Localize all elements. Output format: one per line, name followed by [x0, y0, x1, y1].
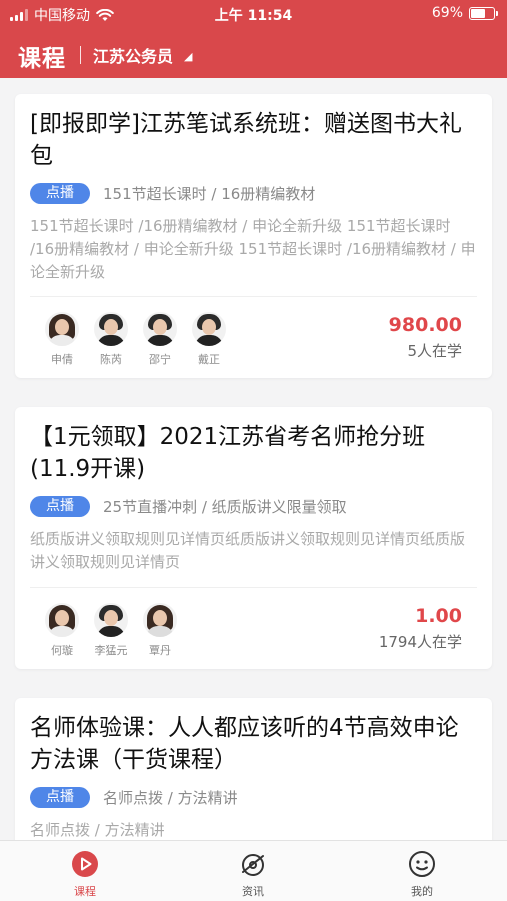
course-card[interactable]: 名师体验课：人人都应该听的4节高效申论方法课（干货课程） 点播 名师点拨 / 方… — [15, 698, 492, 840]
course-title: [即报即学]江苏笔试系统班：赠送图书大礼包 — [30, 111, 462, 169]
tab-courses[interactable]: 课程 — [25, 841, 145, 901]
course-description: 名师点拨 / 方法精讲 — [30, 821, 165, 839]
teacher: 戴正 — [192, 312, 226, 367]
course-type-badge: 点播 — [30, 496, 90, 517]
battery-percent: 69% — [431, 5, 463, 21]
avatar — [45, 312, 79, 346]
header-divider — [80, 46, 81, 64]
teacher-name: 申倩 — [51, 353, 73, 366]
course-subtitle: 25节直播冲刺 / 纸质版讲义限量领取 — [103, 498, 347, 516]
course-list[interactable]: [即报即学]江苏笔试系统班：赠送图书大礼包 点播 151节超长课时 / 16册精… — [0, 78, 507, 840]
course-card[interactable]: [即报即学]江苏笔试系统班：赠送图书大礼包 点播 151节超长课时 / 16册精… — [15, 94, 492, 378]
avatar — [45, 603, 79, 637]
smiley-icon — [409, 851, 435, 877]
card-divider — [30, 296, 477, 297]
teacher-list: 申倩 陈芮 邵宁 戴正 — [45, 312, 226, 367]
tab-label: 课程 — [74, 885, 96, 898]
course-meta: 点播 25节直播冲刺 / 纸质版讲义限量领取 — [30, 496, 482, 517]
tab-bar: 课程 资讯 我的 — [0, 840, 507, 901]
page-title: 课程 — [18, 46, 66, 72]
avatar — [143, 312, 177, 346]
course-description: 纸质版讲义领取规则见详情页纸质版讲义领取规则见详情页纸质版讲义领取规则见详情页 — [30, 530, 466, 571]
teacher-list: 何璇 李猛元 覃丹 — [45, 603, 177, 658]
course-title: 【1元领取】2021江苏省考名师抢分班(11.9开课) — [30, 424, 426, 482]
region-selector[interactable]: 江苏公务员 — [93, 43, 173, 67]
tab-profile[interactable]: 我的 — [362, 841, 482, 901]
learner-count: 5人在学 — [407, 342, 462, 360]
teacher-name: 何璇 — [51, 644, 73, 657]
course-subtitle: 名师点拨 / 方法精讲 — [103, 789, 238, 807]
card-divider — [30, 587, 477, 588]
avatar — [94, 603, 128, 637]
caret-down-icon[interactable]: ◢ — [184, 50, 192, 63]
course-price: 980.00 — [388, 314, 462, 336]
course-card[interactable]: 【1元领取】2021江苏省考名师抢分班(11.9开课) 点播 25节直播冲刺 /… — [15, 407, 492, 669]
app-header: 课程 江苏公务员 ◢ — [0, 30, 507, 78]
teacher-name: 覃丹 — [149, 644, 171, 657]
tab-news[interactable]: 资讯 — [193, 841, 313, 901]
tab-label: 资讯 — [242, 885, 264, 898]
teacher: 申倩 — [45, 312, 79, 367]
teacher: 覃丹 — [143, 603, 177, 658]
course-meta: 点播 151节超长课时 / 16册精编教材 — [30, 183, 482, 204]
teacher: 邵宁 — [143, 312, 177, 367]
compass-icon — [242, 854, 264, 876]
teacher-name: 邵宁 — [149, 353, 171, 366]
course-price: 1.00 — [415, 605, 462, 627]
course-title: 名师体验课：人人都应该听的4节高效申论方法课（干货课程） — [30, 715, 459, 773]
teacher: 何璇 — [45, 603, 79, 658]
course-description: 151节超长课时 /16册精编教材 / 申论全新升级 151节超长课时 /16册… — [30, 217, 476, 281]
learner-count: 1794人在学 — [378, 633, 462, 651]
course-meta: 点播 名师点拨 / 方法精讲 — [30, 787, 482, 808]
teacher-name: 戴正 — [198, 353, 220, 366]
avatar — [143, 603, 177, 637]
avatar — [192, 312, 226, 346]
course-type-badge: 点播 — [30, 787, 90, 808]
avatar — [94, 312, 128, 346]
tab-label: 我的 — [411, 885, 433, 898]
battery-icon — [469, 6, 498, 20]
teacher-name: 陈芮 — [100, 353, 122, 366]
battery-fill — [471, 8, 485, 18]
status-right: 69% — [431, 5, 498, 21]
play-circle-icon — [72, 851, 98, 877]
teacher-name: 李猛元 — [94, 644, 128, 657]
status-bar: 中国移动 上午 11:54 69% — [0, 0, 507, 30]
teacher: 陈芮 — [94, 312, 128, 367]
course-subtitle: 151节超长课时 / 16册精编教材 — [103, 185, 316, 203]
teacher: 李猛元 — [94, 603, 128, 658]
course-type-badge: 点播 — [30, 183, 90, 204]
